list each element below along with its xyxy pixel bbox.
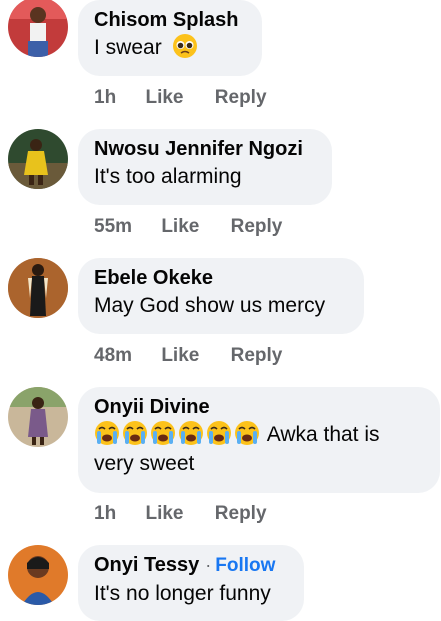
comment-author-row: Onyi Tessy · Follow [94, 552, 288, 579]
avatar[interactable] [8, 545, 68, 605]
comment-text-line1: Awka that is [266, 423, 380, 446]
comment-time[interactable]: 55m [94, 216, 132, 238]
comment-author[interactable]: Onyi Tessy [94, 554, 199, 576]
loudly-crying-face-icon [150, 420, 176, 446]
comment-text-body: I swear [94, 36, 162, 59]
comment-text: It's too alarming [94, 165, 242, 188]
reply-button[interactable]: Reply [231, 216, 283, 238]
avatar[interactable] [8, 0, 68, 57]
like-button[interactable]: Like [145, 87, 183, 109]
comment-actions: 55m Like Reply [94, 216, 282, 238]
comment-actions: 1h Like Reply [94, 503, 267, 525]
comment-text: I swear [94, 33, 246, 62]
pleading-face-icon [172, 33, 198, 59]
like-button[interactable]: Like [161, 216, 199, 238]
comment-author[interactable]: Onyii Divine [94, 394, 424, 420]
reply-button[interactable]: Reply [231, 345, 283, 367]
comment-bubble: Onyii Divine Awka that is very sweet [78, 387, 440, 493]
loudly-crying-face-icon [178, 420, 204, 446]
reply-button[interactable]: Reply [215, 87, 267, 109]
comment-actions: 48m Like Reply [94, 345, 282, 367]
loudly-crying-face-icon [206, 420, 232, 446]
comment-author[interactable]: Ebele Okeke [94, 265, 348, 291]
comment-bubble: Ebele Okeke May God show us mercy [78, 258, 364, 334]
loudly-crying-face-icon [94, 420, 120, 446]
reply-button[interactable]: Reply [215, 503, 267, 525]
comment-time[interactable]: 48m [94, 345, 132, 367]
comment-text: May God show us mercy [94, 294, 326, 317]
comment-text: It's no longer funny [94, 582, 271, 605]
avatar[interactable] [8, 129, 68, 189]
comment-bubble: Onyi Tessy · Follow It's no longer funny [78, 545, 304, 621]
comment-bubble: Nwosu Jennifer Ngozi It's too alarming [78, 129, 332, 205]
follow-button[interactable]: Follow [215, 555, 275, 576]
like-button[interactable]: Like [145, 503, 183, 525]
comment-text-line2: very sweet [94, 452, 195, 475]
comment-author[interactable]: Chisom Splash [94, 7, 246, 33]
comment-author[interactable]: Nwosu Jennifer Ngozi [94, 136, 316, 162]
comment-time[interactable]: 1h [94, 503, 116, 525]
comment-time[interactable]: 1h [94, 87, 116, 109]
like-button[interactable]: Like [161, 345, 199, 367]
avatar[interactable] [8, 258, 68, 318]
comment-bubble: Chisom Splash I swear [78, 0, 262, 76]
loudly-crying-face-icon [234, 420, 260, 446]
comment-actions: 1h Like Reply [94, 87, 267, 109]
separator-dot: · [205, 555, 212, 575]
comment-text: Awka that is very sweet [94, 420, 424, 478]
avatar[interactable] [8, 387, 68, 447]
loudly-crying-face-icon [122, 420, 148, 446]
